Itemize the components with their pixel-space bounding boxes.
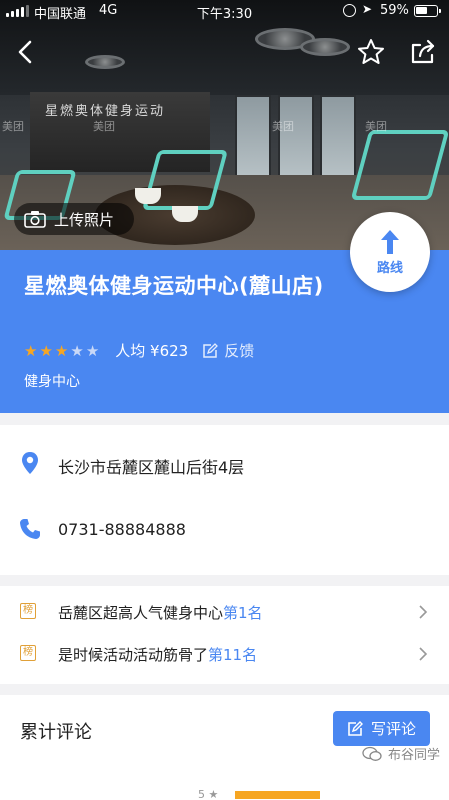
- phone-row[interactable]: 0731-88884888: [0, 501, 449, 561]
- place-title: 星燃奥体健身运动中心(麓山店): [24, 274, 324, 298]
- write-review-button[interactable]: 写评论: [333, 711, 430, 746]
- ranking-text: 岳麓区超高人气健身中心第1名: [58, 602, 263, 623]
- route-arrow-icon: [381, 229, 399, 254]
- avg-price: 人均 ¥623: [115, 342, 189, 360]
- ranking-row[interactable]: 榜 是时候活动活动筋骨了第11名: [0, 632, 449, 676]
- favorite-star-icon[interactable]: [356, 37, 386, 67]
- ranking-text: 是时候活动活动筋骨了第11名: [58, 644, 257, 665]
- battery-percentage: 59%: [380, 3, 409, 18]
- route-button[interactable]: 路线: [350, 212, 430, 292]
- upload-photo-label: 上传照片: [54, 210, 115, 229]
- rating-star-icon: ★: [70, 342, 84, 360]
- chevron-right-icon: [419, 605, 428, 619]
- hero-watermark: 美团: [93, 120, 115, 133]
- ranking-title: 岳麓区超高人气健身中心: [58, 604, 224, 622]
- edit-icon: [203, 342, 219, 358]
- write-review-label: 写评论: [370, 720, 416, 738]
- camera-icon: [24, 211, 46, 228]
- rating-star-icon: ★: [24, 342, 38, 360]
- hero-cup: [172, 206, 198, 222]
- rating-row: ★ ★ ★ ★ ★ 人均 ¥623 反馈: [24, 340, 254, 361]
- hero-cup: [135, 188, 161, 204]
- score-label: 5 ★: [198, 788, 219, 800]
- upload-photo-button[interactable]: 上传照片: [14, 203, 134, 235]
- ceiling-lamp: [85, 55, 125, 69]
- ceiling-lamp: [300, 38, 350, 56]
- account-watermark: 布谷同学: [362, 744, 440, 763]
- battery-icon: [414, 5, 441, 17]
- hero-watermark: 美团: [2, 120, 24, 133]
- phone-number: 0731-88884888: [58, 520, 186, 539]
- route-label: 路线: [376, 260, 403, 276]
- address-text: 长沙市岳麓区麓山后街4层: [58, 458, 245, 477]
- feedback-button[interactable]: 反馈: [202, 340, 254, 361]
- watermark-text: 布谷同学: [388, 748, 441, 763]
- contact-card: 长沙市岳麓区麓山后街4层 0731-88884888: [0, 425, 449, 575]
- ranking-badge-icon: 榜: [20, 603, 36, 619]
- reviews-title: 累计评论: [20, 722, 92, 743]
- location-arrow-icon: ➤: [362, 2, 373, 16]
- orientation-lock-icon: [343, 4, 356, 17]
- address-row[interactable]: 长沙市岳麓区麓山后街4层: [0, 435, 449, 495]
- chevron-right-icon: [419, 647, 428, 661]
- back-icon[interactable]: [12, 38, 40, 66]
- place-category: 健身中心: [24, 374, 80, 390]
- status-bar: 中国联通 4G 下午3:30 ➤ 59%: [0, 0, 449, 22]
- ranking-position: 第1名: [223, 604, 263, 622]
- location-pin-icon: [22, 452, 38, 474]
- hero-watermark: 美团: [272, 120, 294, 133]
- feedback-label: 反馈: [224, 342, 255, 360]
- share-icon[interactable]: [408, 37, 438, 67]
- rating-star-icon: ★: [39, 342, 53, 360]
- rating-star-icon: ★: [54, 342, 69, 360]
- hero-wall-sign: 星燃奥体健身运动: [45, 104, 166, 119]
- score-bar: [235, 791, 320, 799]
- hero-watermark: 美团: [365, 120, 387, 133]
- rankings-card: 榜 岳麓区超高人气健身中心第1名 榜 是时候活动活动筋骨了第11名: [0, 586, 449, 684]
- ranking-row[interactable]: 榜 岳麓区超高人气健身中心第1名: [0, 590, 449, 634]
- edit-icon: [348, 720, 363, 736]
- battery-fill: [416, 7, 427, 14]
- ranking-position: 第11名: [208, 646, 258, 664]
- ranking-title: 是时候活动活动筋骨了: [58, 646, 209, 664]
- rating-stars: ★ ★ ★ ★ ★: [24, 341, 101, 360]
- phone-icon: [20, 519, 40, 539]
- wechat-icon: [362, 746, 382, 761]
- ranking-badge-icon: 榜: [20, 645, 36, 661]
- rating-star-icon: ★: [85, 342, 100, 360]
